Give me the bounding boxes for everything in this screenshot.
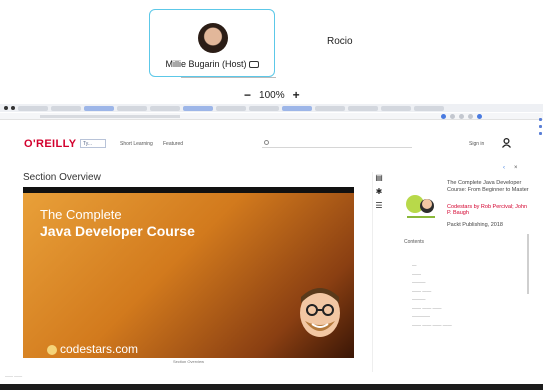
nav-link-featured[interactable]: Featured <box>163 141 183 147</box>
oreilly-logo[interactable]: O'REILLY <box>24 138 76 150</box>
nav-link-short-learning[interactable]: Short Learning <box>120 141 153 147</box>
book-publisher: Packt Publishing, 2018 <box>447 222 503 228</box>
toc-item[interactable]: —— —— —— —— <box>412 322 522 331</box>
side-panel-icon[interactable] <box>538 132 542 135</box>
video-title-line-2: Java Developer Course <box>40 223 195 239</box>
search-input[interactable] <box>262 138 412 148</box>
browser-tab[interactable] <box>414 105 444 111</box>
user-icon[interactable] <box>501 137 512 148</box>
host-name-label: Millie Bugarin (Host) <box>150 59 274 69</box>
panel-divider <box>372 172 373 372</box>
book-authors-link[interactable]: Codestars by Rob Percival; John P. Baugh <box>447 204 532 216</box>
scrollbar[interactable] <box>527 234 529 294</box>
toc-item[interactable]: — <box>412 262 522 271</box>
toc-item[interactable]: ——— <box>412 296 522 305</box>
instructor-caricature <box>300 288 340 337</box>
tile-divider <box>181 77 276 78</box>
topics-dropdown[interactable]: Ty... <box>80 139 106 148</box>
extension-icon[interactable] <box>450 114 455 119</box>
side-panel-icon[interactable] <box>538 125 542 128</box>
codestars-brand: codestars.com <box>47 342 138 356</box>
document-icon[interactable]: ▤ <box>374 172 384 182</box>
browser-tab[interactable] <box>216 105 246 111</box>
toc-item[interactable]: ——— <box>412 279 522 288</box>
browser-tab[interactable] <box>348 105 378 111</box>
browser-tab[interactable] <box>381 105 411 111</box>
browser-tab[interactable] <box>249 105 279 111</box>
url-text <box>40 115 180 118</box>
chevron-icon[interactable]: ‹ <box>503 165 505 171</box>
zoom-level: 100% <box>259 89 285 101</box>
browser-side-panel <box>537 114 543 184</box>
browser-tab[interactable] <box>150 105 180 111</box>
zoom-out-button[interactable]: − <box>244 88 251 102</box>
browser-tab-bar <box>0 104 543 112</box>
video-title-line-1: The Complete <box>40 207 122 222</box>
browser-tab[interactable] <box>51 105 81 111</box>
toc-item[interactable]: —— —— <box>412 288 522 297</box>
browser-tab[interactable] <box>117 105 147 111</box>
screen: Millie Bugarin (Host) Rocio − 100% + O'R… <box>0 0 543 390</box>
toc-item[interactable]: ———— <box>412 313 522 322</box>
list-icon[interactable]: ☰ <box>374 200 384 210</box>
codestars-flower-icon <box>47 344 57 355</box>
captions-icon[interactable] <box>248 61 259 69</box>
table-of-contents: — —— ——— —— —— ——— —— —— —— ———— —— —— —… <box>412 262 522 330</box>
peer-name-label: Rocio <box>327 36 353 47</box>
taskbar <box>0 384 543 390</box>
site-header: O'REILLY Ty... Short Learning Featured S… <box>0 136 543 152</box>
address-bar[interactable] <box>0 113 543 120</box>
browser-tab[interactable] <box>84 105 114 111</box>
book-cover-thumbnail[interactable] <box>403 182 439 222</box>
zoom-in-button[interactable]: + <box>293 88 300 102</box>
browser-tab[interactable] <box>282 105 312 111</box>
close-icon[interactable]: × <box>514 165 518 171</box>
toc-item[interactable]: —— —— —— <box>412 305 522 314</box>
sign-in-link[interactable]: Sign in <box>469 141 484 147</box>
window-control-icon[interactable] <box>11 106 15 110</box>
browser-tab[interactable] <box>183 105 213 111</box>
player-top-band <box>23 187 354 193</box>
toc-item[interactable]: —— <box>412 271 522 280</box>
section-title: Section Overview <box>23 172 101 183</box>
host-video-tile[interactable]: Millie Bugarin (Host) <box>149 9 275 77</box>
extension-icon[interactable] <box>468 114 473 119</box>
extension-icon[interactable] <box>459 114 464 119</box>
window-control-icon[interactable] <box>4 106 8 110</box>
side-tool-rail: ▤ ✱ ☰ <box>374 172 386 232</box>
side-panel-icon[interactable] <box>538 118 542 121</box>
avatar <box>198 23 228 53</box>
player-caption: Section Overview <box>172 359 205 364</box>
contents-heading: Contents <box>404 239 425 245</box>
zoom-controls: − 100% + <box>244 88 300 102</box>
footer-text: —— —— <box>5 373 23 378</box>
extensions-bar <box>441 114 531 119</box>
browser-tab[interactable] <box>315 105 345 111</box>
shared-browser-window: O'REILLY Ty... Short Learning Featured S… <box>0 104 543 390</box>
browser-tab[interactable] <box>18 105 48 111</box>
gear-icon[interactable]: ✱ <box>374 186 384 196</box>
extension-icon[interactable] <box>441 114 446 119</box>
book-title: The Complete Java Developer Course: From… <box>447 180 529 193</box>
video-player[interactable]: The Complete Java Developer Course codes… <box>23 187 354 358</box>
extension-icon[interactable] <box>477 114 482 119</box>
